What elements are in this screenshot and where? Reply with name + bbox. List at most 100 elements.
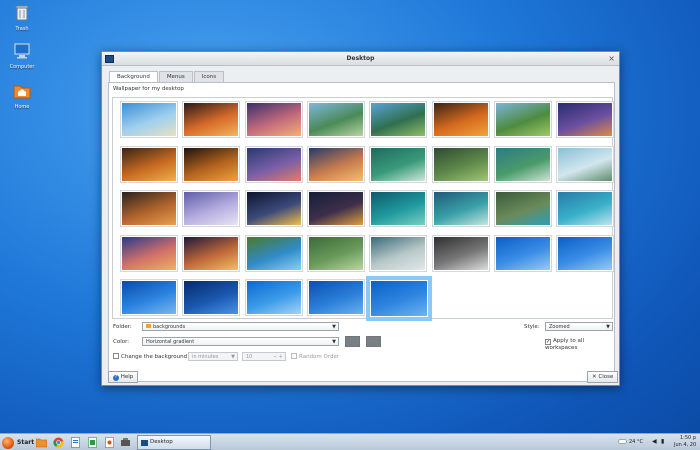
wallpaper-thumbnail[interactable] xyxy=(121,191,177,226)
folder-select[interactable]: backgrounds ▼ xyxy=(142,322,339,331)
wallpaper-thumbnail[interactable] xyxy=(121,102,177,137)
desktop-icon-label: Home xyxy=(14,104,30,110)
wallpaper-thumbnail[interactable] xyxy=(494,191,551,226)
wallpaper-thumbnail[interactable] xyxy=(370,191,427,226)
background-tab-panel: Wallpaper for my desktop Folder: backgro… xyxy=(108,82,615,382)
home-folder-icon xyxy=(13,85,31,99)
wallpaper-thumbnail[interactable] xyxy=(557,191,614,226)
wallpaper-thumbnail[interactable] xyxy=(183,235,240,271)
random-order-checkbox[interactable] xyxy=(291,353,297,359)
wallpaper-thumbnail[interactable] xyxy=(494,102,551,137)
wallpaper-thumbnail[interactable] xyxy=(121,146,177,182)
color-mode-value: Horizontal gradient xyxy=(146,339,195,345)
wallpaper-thumbnail[interactable] xyxy=(432,191,489,226)
taskbar-task-desktop[interactable]: Desktop xyxy=(137,435,211,450)
wallpaper-thumbnail[interactable] xyxy=(307,235,364,271)
wallpaper-thumbnail[interactable] xyxy=(494,235,551,271)
wallpaper-thumbnail[interactable] xyxy=(494,146,551,182)
wallpaper-thumbnail[interactable] xyxy=(121,280,177,315)
file-manager-icon[interactable] xyxy=(36,437,47,448)
close-button[interactable]: ✕ Close xyxy=(587,371,619,383)
wallpaper-thumbnail[interactable] xyxy=(307,102,364,137)
desktop-icon-computer[interactable]: Computer xyxy=(4,42,40,70)
wallpaper-thumbnail[interactable] xyxy=(432,102,489,137)
wallpaper-thumbnail[interactable] xyxy=(370,102,427,137)
interval-unit-select[interactable]: in minutes ▼ xyxy=(188,352,238,361)
window-close-icon[interactable]: × xyxy=(608,52,615,66)
random-order-label: Random Order xyxy=(299,354,340,360)
start-button[interactable]: Start xyxy=(2,436,34,449)
wallpaper-thumbnail[interactable] xyxy=(245,280,302,315)
wallpaper-thumbnail[interactable] xyxy=(370,146,427,182)
random-order-option[interactable]: Random Order xyxy=(291,353,339,360)
wallpaper-thumbnail[interactable] xyxy=(183,102,240,137)
start-label: Start xyxy=(17,439,35,446)
wallpaper-thumbnail[interactable] xyxy=(121,235,177,271)
style-select[interactable]: Zoomed ▼ xyxy=(545,322,613,331)
tab-background[interactable]: Background xyxy=(109,71,158,82)
wallpaper-thumbnail[interactable] xyxy=(557,146,614,182)
desktop-icon-label: Trash xyxy=(15,26,29,32)
folder-icon xyxy=(146,324,151,328)
wallpaper-thumbnail[interactable] xyxy=(432,146,489,182)
change-background-label: Change the background xyxy=(121,354,188,360)
desktop-app-icon xyxy=(105,55,114,63)
help-button[interactable]: ? Help xyxy=(108,371,139,383)
help-icon: ? xyxy=(113,375,119,381)
desktop-icon-trash[interactable]: Trash xyxy=(4,4,40,32)
desktop-icon-label: Computer xyxy=(9,64,35,70)
desktop-icon-home[interactable]: Home xyxy=(4,82,40,110)
change-background-checkbox[interactable] xyxy=(113,353,119,359)
spreadsheet-icon[interactable] xyxy=(87,437,98,448)
system-tray: 24 °C ◀ ▮ 1:50 p Jun 4, 20 xyxy=(618,435,700,450)
interval-unit-value: in minutes xyxy=(192,354,219,360)
wallpaper-thumbnail[interactable] xyxy=(183,191,240,226)
clock-time[interactable]: 1:50 p xyxy=(680,435,696,441)
wallpaper-thumbnail[interactable] xyxy=(245,102,302,137)
wallpaper-thumbnail[interactable] xyxy=(183,280,240,315)
wallpaper-thumbnail[interactable] xyxy=(307,191,364,226)
apply-all-workspaces-option[interactable]: ✓ Apply to all workspaces xyxy=(545,338,614,351)
start-orb-icon xyxy=(2,436,14,449)
tab-menus[interactable]: Menus xyxy=(158,71,193,82)
tab-icons[interactable]: Icons xyxy=(193,71,225,82)
wallpaper-thumbnail[interactable] xyxy=(245,146,302,182)
interval-spinner[interactable]: 10 − + xyxy=(242,352,286,361)
color-mode-select[interactable]: Horizontal gradient ▼ xyxy=(142,337,339,346)
change-background-option[interactable]: Change the background xyxy=(113,353,187,360)
wallpaper-thumbnail[interactable] xyxy=(307,280,364,315)
network-icon[interactable]: ▮ xyxy=(661,438,664,445)
wallpaper-thumbnail[interactable] xyxy=(245,235,302,271)
window-title: Desktop xyxy=(346,55,375,62)
wallpaper-thumbnail[interactable] xyxy=(432,235,489,271)
primary-color-button[interactable] xyxy=(345,336,360,347)
clock-date[interactable]: Jun 4, 20 xyxy=(674,442,696,448)
presentation-icon[interactable] xyxy=(104,437,115,448)
wallpaper-thumbnail[interactable] xyxy=(370,280,429,317)
desktop-app-icon xyxy=(141,440,148,446)
interval-number: 10 xyxy=(246,354,253,360)
style-value: Zoomed xyxy=(549,324,570,330)
weather-icon[interactable] xyxy=(618,439,627,444)
wallpaper-thumbnail[interactable] xyxy=(307,146,364,182)
help-label: Help xyxy=(120,374,134,380)
window-titlebar[interactable]: Desktop × xyxy=(102,52,619,66)
volume-icon[interactable]: ◀ xyxy=(652,438,657,445)
style-label: Style: xyxy=(524,324,540,330)
browser-icon[interactable] xyxy=(53,437,64,448)
wallpaper-thumbnail[interactable] xyxy=(245,191,302,226)
folder-value: backgrounds xyxy=(153,324,186,330)
weather-temp[interactable]: 24 °C xyxy=(629,439,643,445)
document-icon[interactable] xyxy=(70,437,81,448)
secondary-color-button[interactable] xyxy=(366,336,381,347)
wallpaper-section-label: Wallpaper for my desktop xyxy=(113,86,184,92)
wallpaper-thumbnail[interactable] xyxy=(370,235,427,271)
task-label: Desktop xyxy=(150,439,173,445)
computer-icon xyxy=(14,43,30,59)
wallpaper-thumbnail[interactable] xyxy=(557,102,614,137)
wallpaper-thumbnail[interactable] xyxy=(557,235,614,271)
settings-icon[interactable] xyxy=(120,437,131,448)
chevron-down-icon: ▼ xyxy=(231,354,235,360)
close-icon: ✕ xyxy=(592,374,597,380)
wallpaper-thumbnail[interactable] xyxy=(183,146,240,182)
